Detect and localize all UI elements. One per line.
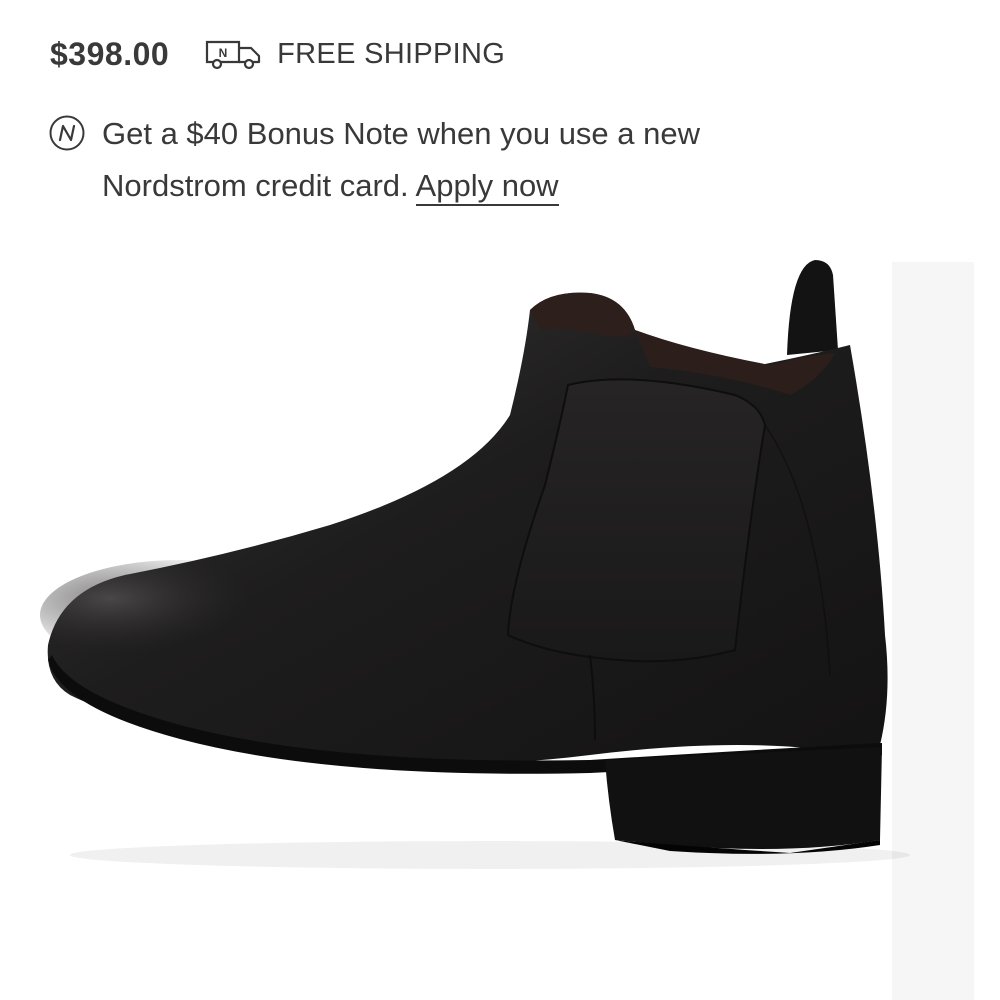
- delivery-truck-icon: N: [205, 36, 265, 72]
- apply-now-link[interactable]: Apply now: [415, 168, 559, 206]
- product-image[interactable]: [30, 255, 970, 1000]
- free-shipping-label: FREE SHIPPING: [277, 37, 506, 70]
- nordstrom-note-icon: [48, 114, 86, 152]
- svg-text:N: N: [219, 46, 228, 60]
- product-price: $398.00: [50, 35, 170, 72]
- promo-text: Get a $40 Bonus Note when you use a new …: [102, 108, 700, 212]
- promo-line-2-text: Nordstrom credit card.: [102, 168, 409, 203]
- price-shipping-row: $398.00 N FREE SHIPPING: [50, 30, 505, 78]
- promo-line-1: Get a $40 Bonus Note when you use a new: [102, 116, 701, 151]
- credit-card-promo: Get a $40 Bonus Note when you use a new …: [48, 110, 808, 212]
- promo-line-2: Nordstrom credit card. Apply now: [102, 160, 700, 212]
